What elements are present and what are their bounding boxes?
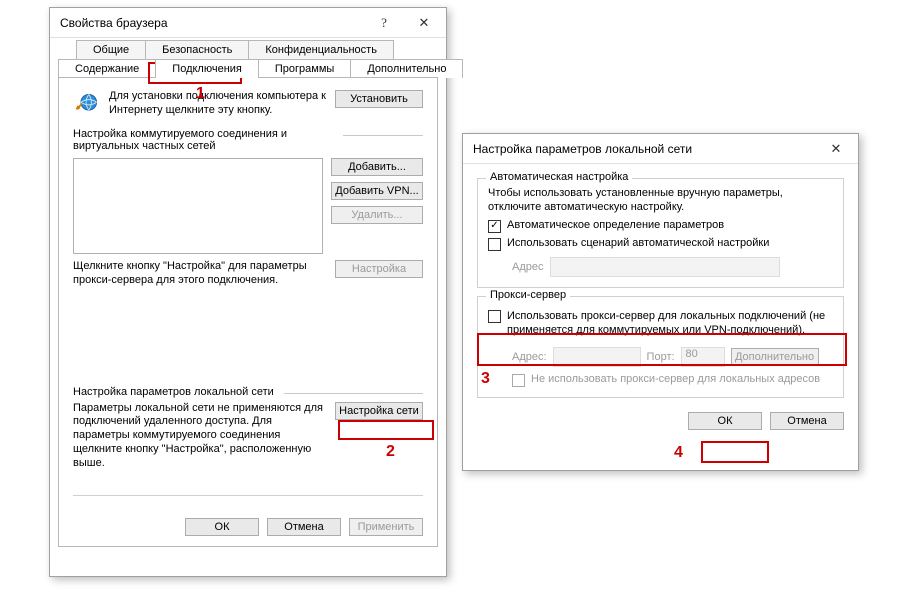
- internet-properties-dialog: Свойства браузера ? ✕ Общие Безопасность…: [49, 7, 447, 577]
- help-button[interactable]: ?: [364, 9, 404, 37]
- use-proxy-label: Использовать прокси-сервер для локальных…: [507, 309, 833, 338]
- lan-settings-dialog: Настройка параметров локальной сети ✕ Ав…: [462, 133, 859, 471]
- script-address-input[interactable]: [550, 257, 780, 277]
- cancel-button[interactable]: Отмена: [770, 412, 844, 430]
- apply-button[interactable]: Применить: [349, 518, 423, 536]
- close-icon: ✕: [419, 15, 430, 31]
- annotation-3: 3: [481, 370, 490, 388]
- use-proxy-checkbox[interactable]: [488, 310, 501, 323]
- tabs-area: Общие Безопасность Конфиденциальность Со…: [50, 38, 446, 547]
- tab-security[interactable]: Безопасность: [145, 40, 249, 59]
- globe-icon: [73, 90, 101, 118]
- use-script-label: Использовать сценарий автоматической нас…: [507, 237, 769, 249]
- proxy-port-input[interactable]: 80: [681, 347, 725, 367]
- auto-config-legend: Автоматическая настройка: [486, 171, 632, 183]
- tab-connections[interactable]: Подключения: [155, 59, 259, 78]
- close-button[interactable]: ✕: [404, 9, 444, 37]
- connections-panel: Для установки подключения компьютера к И…: [58, 77, 438, 547]
- auto-config-note: Чтобы использовать установленные вручную…: [488, 187, 833, 215]
- ok-button[interactable]: ОК: [185, 518, 259, 536]
- close-icon: ✕: [831, 141, 842, 157]
- divider: [284, 393, 423, 394]
- auto-detect-label: Автоматическое определение параметров: [507, 219, 724, 231]
- divider: [343, 135, 423, 136]
- dialup-settings-button[interactable]: Настройка: [335, 260, 423, 278]
- help-icon: ?: [381, 15, 387, 31]
- tab-privacy[interactable]: Конфиденциальность: [248, 40, 394, 59]
- add-button[interactable]: Добавить...: [331, 158, 423, 176]
- window-title: Свойства браузера: [60, 16, 364, 30]
- auto-detect-checkbox[interactable]: ✓: [488, 220, 501, 233]
- script-address-label: Адрес: [512, 261, 544, 273]
- delete-button[interactable]: Удалить...: [331, 206, 423, 224]
- lan-note: Параметры локальной сети не применяются …: [73, 402, 327, 471]
- proxy-legend: Прокси-сервер: [486, 289, 570, 301]
- proxy-address-label: Адрес:: [512, 351, 547, 363]
- bypass-local-checkbox[interactable]: [512, 374, 525, 387]
- annotation-2: 2: [386, 443, 395, 461]
- tab-general[interactable]: Общие: [76, 40, 146, 59]
- titlebar: Свойства браузера ? ✕: [50, 8, 446, 38]
- tab-content[interactable]: Содержание: [58, 59, 156, 78]
- install-button[interactable]: Установить: [335, 90, 423, 108]
- connections-listbox[interactable]: [73, 158, 323, 254]
- proxy-advanced-button[interactable]: Дополнительно: [731, 348, 819, 366]
- proxy-port-label: Порт:: [647, 351, 675, 363]
- dialup-header: Настройка коммутируемого соединения и ви…: [73, 128, 333, 152]
- bypass-local-label: Не использовать прокси-сервер для локаль…: [531, 373, 820, 385]
- auto-config-group: Автоматическая настройка Чтобы использов…: [477, 178, 844, 288]
- cancel-button[interactable]: Отмена: [267, 518, 341, 536]
- proxy-group: Прокси-сервер Использовать прокси-сервер…: [477, 296, 844, 399]
- add-vpn-button[interactable]: Добавить VPN...: [331, 182, 423, 200]
- titlebar: Настройка параметров локальной сети ✕: [463, 134, 858, 164]
- dialup-note: Щелкните кнопку "Настройка" для параметр…: [73, 260, 327, 288]
- annotation-1: 1: [196, 85, 205, 103]
- lan-settings-button[interactable]: Настройка сети: [335, 402, 423, 420]
- tab-advanced[interactable]: Дополнительно: [350, 59, 463, 78]
- lan-header: Настройка параметров локальной сети: [73, 386, 274, 398]
- use-script-checkbox[interactable]: [488, 238, 501, 251]
- close-button[interactable]: ✕: [816, 135, 856, 163]
- tab-programs[interactable]: Программы: [258, 59, 351, 78]
- window-title: Настройка параметров локальной сети: [473, 142, 816, 156]
- proxy-address-input[interactable]: [553, 347, 641, 367]
- annotation-4: 4: [674, 444, 683, 462]
- ok-button[interactable]: ОК: [688, 412, 762, 430]
- install-text: Для установки подключения компьютера к И…: [109, 90, 327, 118]
- divider: [73, 495, 423, 496]
